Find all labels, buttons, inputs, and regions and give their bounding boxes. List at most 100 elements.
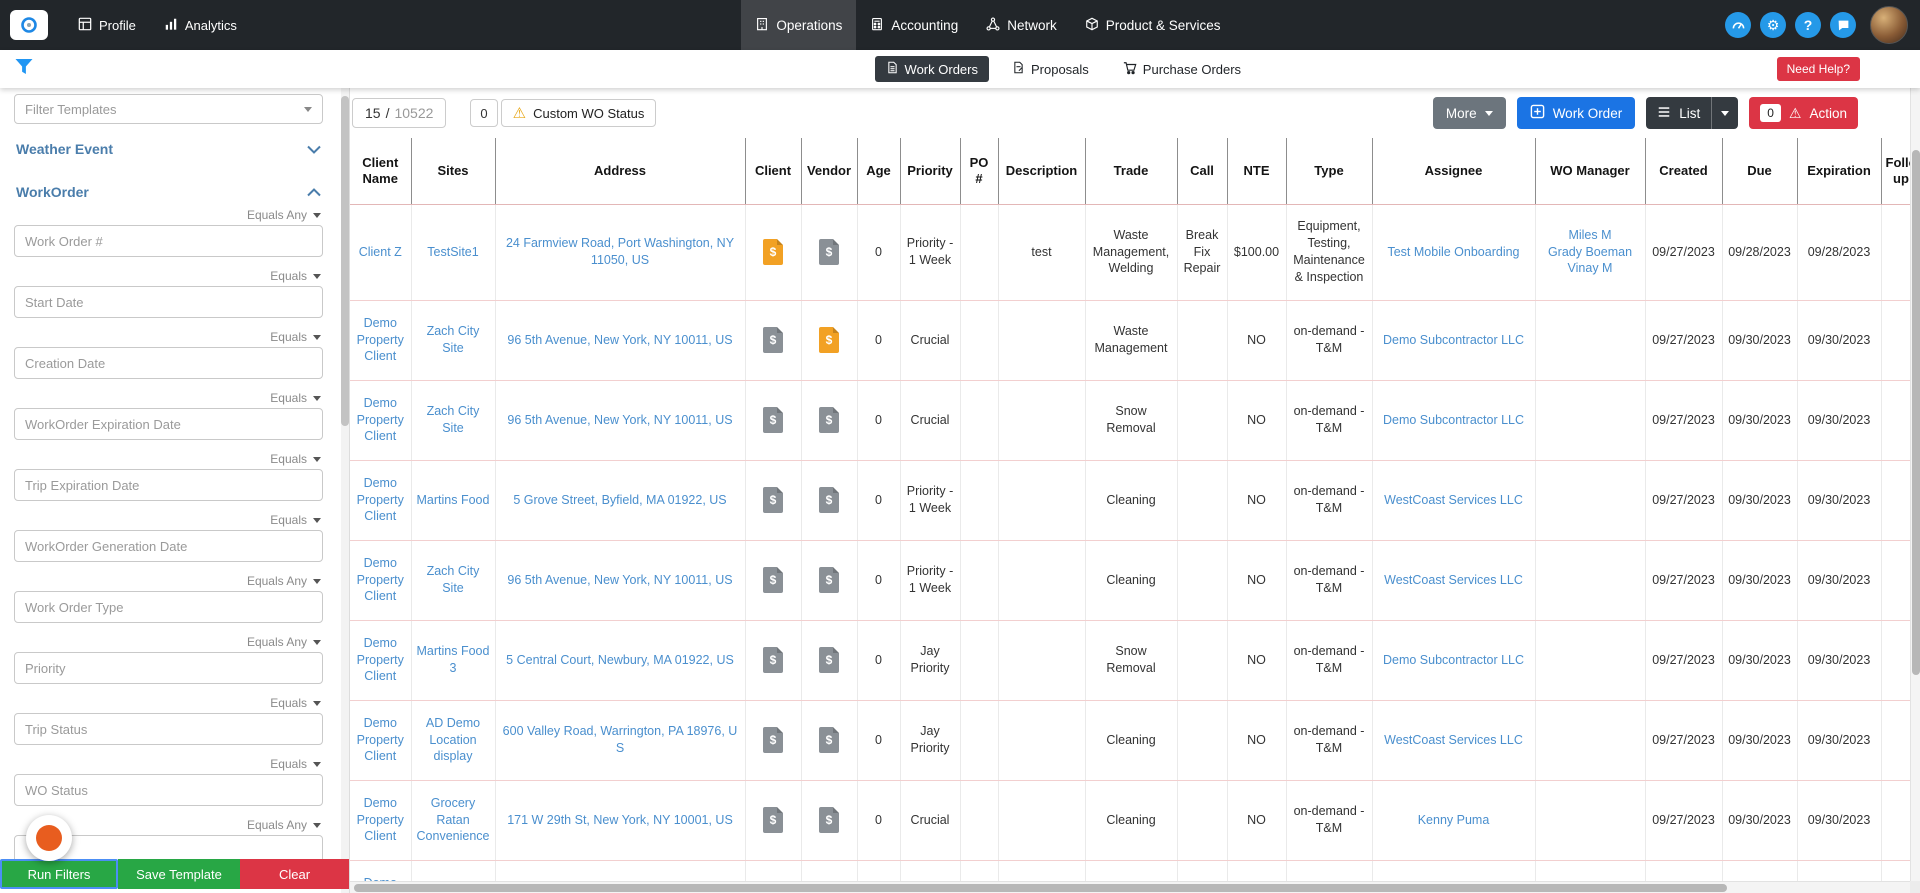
address-link[interactable]: 5 Grove Street, Byfield, MA 01922, US <box>513 493 726 507</box>
wo-manager-link[interactable]: Vinay M <box>1541 260 1640 277</box>
address-link[interactable]: 5 Central Court, Newbury, MA 01922, US <box>506 653 734 667</box>
app-logo[interactable] <box>10 10 48 40</box>
filter-input-workorder-generation-date[interactable] <box>14 530 323 562</box>
address-link[interactable]: 96 5th Avenue, New York, NY 10011, US <box>507 413 732 427</box>
chat-icon[interactable] <box>1830 12 1856 38</box>
filter-input-creation-date[interactable] <box>14 347 323 379</box>
filter-input-priority[interactable] <box>14 652 323 684</box>
vendor-invoice-icon[interactable]: $ <box>819 727 839 753</box>
filter-operator-dropdown[interactable]: Equals <box>14 269 323 283</box>
filter-operator-dropdown[interactable]: Equals <box>14 452 323 466</box>
nav-operations[interactable]: Operations <box>741 0 857 50</box>
nav-accounting[interactable]: Accounting <box>856 0 972 50</box>
assignee-link[interactable]: Demo Subcontractor LLC <box>1383 653 1524 667</box>
horizontal-scrollbar-thumb[interactable] <box>354 884 1727 892</box>
vertical-scrollbar[interactable] <box>1910 88 1920 881</box>
assignee-link[interactable]: Test Mobile Onboarding <box>1387 245 1519 259</box>
address-link[interactable]: 24 Farmview Road, Port Washington, NY 11… <box>506 236 734 267</box>
client-invoice-icon[interactable]: $ <box>763 807 783 833</box>
filter-input-work-order-type[interactable] <box>14 591 323 623</box>
site-link[interactable]: Martins Food 3 <box>417 644 490 675</box>
view-switcher-caret[interactable] <box>1711 97 1739 129</box>
client-name-link[interactable]: Demo Property Client <box>357 316 404 364</box>
column-header-vendor[interactable]: Vendor <box>801 138 858 205</box>
site-link[interactable]: Martins Food <box>417 493 490 507</box>
client-invoice-icon[interactable]: $ <box>763 407 783 433</box>
client-name-link[interactable]: Demo Property Client <box>357 796 404 844</box>
clear-filters-button[interactable]: Clear <box>240 859 349 889</box>
nav-profile[interactable]: Profile <box>64 0 150 50</box>
address-link[interactable]: 171 W 29th St, New York, NY 10001, US <box>507 813 733 827</box>
work-order-row[interactable]: Demo Property Client AD Demo Location dis… <box>350 700 1910 781</box>
client-invoice-icon[interactable]: $ <box>763 239 783 265</box>
column-header-due[interactable]: Due <box>1722 138 1798 205</box>
assignee-link[interactable]: WestCoast Services LLC <box>1384 573 1523 587</box>
nav-product-services[interactable]: Product & Services <box>1071 0 1235 50</box>
column-header-client[interactable]: Client <box>745 138 802 205</box>
filter-operator-dropdown[interactable]: Equals <box>14 330 323 344</box>
work-order-row[interactable]: Client Z TestSite1 24 Farmview Road, Port … <box>350 204 1910 301</box>
work-order-row[interactable]: Demo Property Client Grocery Ratan Conven… <box>350 780 1910 861</box>
work-order-row[interactable]: Demo Property Client Martins Food 3 5 Cent… <box>350 620 1910 701</box>
sidebar-scrollbar-thumb[interactable] <box>341 96 349 426</box>
address-link[interactable]: 600 Valley Road, Warrington, PA 18976, U… <box>503 724 738 755</box>
client-name-link[interactable]: Demo Property Client <box>357 636 404 684</box>
column-header-nte[interactable]: NTE <box>1227 138 1287 205</box>
client-invoice-icon[interactable]: $ <box>763 567 783 593</box>
filter-operator-dropdown[interactable]: Equals Any <box>14 208 323 222</box>
vendor-invoice-icon[interactable]: $ <box>819 487 839 513</box>
site-link[interactable]: Zach City Site <box>427 324 480 355</box>
vendor-invoice-icon[interactable]: $ <box>819 327 839 353</box>
address-link[interactable]: 96 5th Avenue, New York, NY 10011, US <box>507 333 732 347</box>
column-header-follow-up[interactable]: Follow up <box>1881 138 1910 205</box>
filter-input-start-date[interactable] <box>14 286 323 318</box>
tab-purchase-orders[interactable]: Purchase Orders <box>1112 56 1252 83</box>
action-button[interactable]: 0 ⚠ Action <box>1749 97 1858 129</box>
vertical-scrollbar-thumb[interactable] <box>1912 150 1920 675</box>
assignee-link[interactable]: Kenny Puma <box>1418 813 1490 827</box>
filter-funnel-icon[interactable] <box>14 58 34 80</box>
site-link[interactable]: Zach City Site <box>427 564 480 595</box>
column-header-type[interactable]: Type <box>1286 138 1373 205</box>
assignee-link[interactable]: WestCoast Services LLC <box>1384 493 1523 507</box>
filter-input-wo-status[interactable] <box>14 774 323 806</box>
wo-manager-link[interactable]: Miles M <box>1541 227 1640 244</box>
work-order-row[interactable]: Demo Property Client Zach City Site 96 5th… <box>350 300 1910 381</box>
assignee-link[interactable]: Demo Subcontractor LLC <box>1383 333 1524 347</box>
run-filters-button[interactable]: Run Filters <box>0 859 118 889</box>
client-name-link[interactable]: Demo Property Client <box>357 716 404 764</box>
vendor-invoice-icon[interactable]: $ <box>819 807 839 833</box>
filter-templates-select[interactable]: Filter Templates <box>14 94 323 124</box>
client-name-link[interactable]: Demo Property Client <box>357 396 404 444</box>
client-name-link[interactable]: Demo Property Client <box>357 556 404 604</box>
filter-operator-dropdown[interactable]: Equals Any <box>14 635 323 649</box>
section-weather-event[interactable]: Weather Event <box>14 132 323 165</box>
column-header-created[interactable]: Created <box>1645 138 1723 205</box>
column-header-assignee[interactable]: Assignee <box>1372 138 1536 205</box>
new-work-order-button[interactable]: Work Order <box>1516 97 1636 129</box>
filter-input-work-order[interactable] <box>14 225 323 257</box>
custom-wo-status-filter[interactable]: ⚠ Custom WO Status <box>500 99 657 127</box>
column-header-address[interactable]: Address <box>495 138 746 205</box>
column-header-po[interactable]: PO # <box>960 138 999 205</box>
filter-input-trip-status[interactable] <box>14 713 323 745</box>
horizontal-scrollbar[interactable] <box>350 881 1910 893</box>
dashboard-gauge-icon[interactable] <box>1725 12 1751 38</box>
client-name-link[interactable]: Demo Property Client <box>357 476 404 524</box>
filter-operator-dropdown[interactable]: Equals <box>14 391 323 405</box>
work-order-row[interactable]: Demo Property Client Martins Food 5 Grove … <box>350 460 1910 541</box>
assignee-link[interactable]: WestCoast Services LLC <box>1384 733 1523 747</box>
vendor-invoice-icon[interactable]: $ <box>819 647 839 673</box>
site-link[interactable]: AD Demo Location display <box>426 716 480 764</box>
vendor-invoice-icon[interactable]: $ <box>819 239 839 265</box>
user-avatar[interactable] <box>1870 6 1908 44</box>
assignee-link[interactable]: Demo Subcontractor LLC <box>1383 413 1524 427</box>
chat-widget-button[interactable] <box>26 815 72 861</box>
column-header-wo-manager[interactable]: WO Manager <box>1535 138 1646 205</box>
section-workorder[interactable]: WorkOrder <box>14 175 323 208</box>
filter-input-workorder-expiration-date[interactable] <box>14 408 323 440</box>
filter-operator-dropdown[interactable]: Equals <box>14 696 323 710</box>
client-invoice-icon[interactable]: $ <box>763 487 783 513</box>
help-icon[interactable]: ? <box>1795 12 1821 38</box>
column-header-trade[interactable]: Trade <box>1085 138 1178 205</box>
